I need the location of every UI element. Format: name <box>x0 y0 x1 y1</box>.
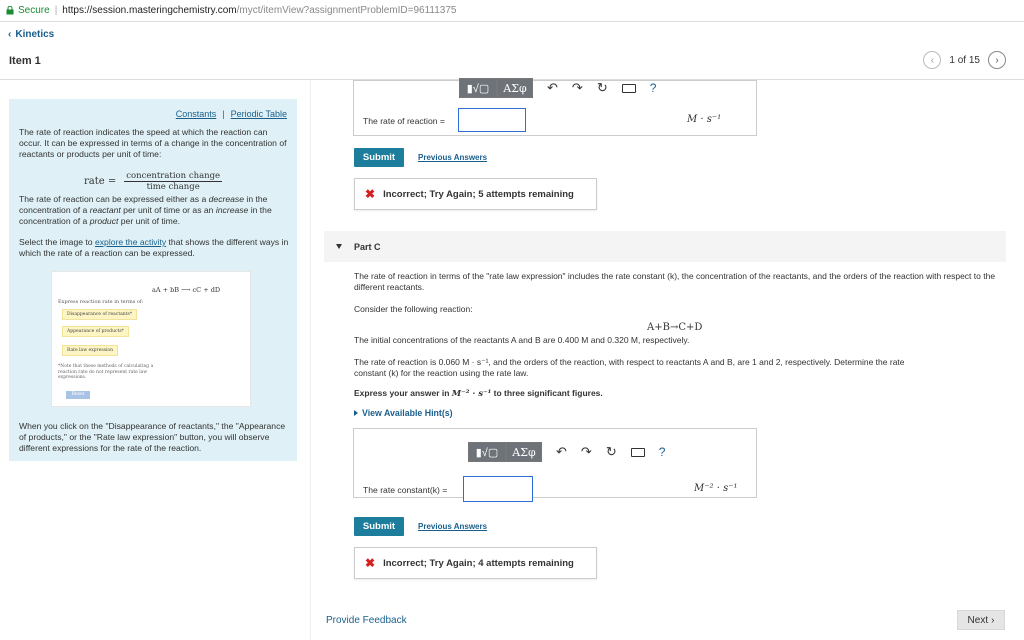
appearance-button: Appearance of products* <box>62 326 129 337</box>
constants-link[interactable]: Constants <box>176 109 217 119</box>
activity-explanation: When you click on the "Disappearance of … <box>19 421 286 453</box>
item-pager: ‹ 1 of 15 › <box>923 51 1006 69</box>
help-icon[interactable]: ? <box>650 81 657 95</box>
reset-icon[interactable]: ↻ <box>606 444 617 460</box>
help-icon[interactable]: ? <box>659 445 666 459</box>
rate-of-reaction-label: The rate of reaction = <box>363 116 445 126</box>
x-icon: ✖ <box>365 187 376 201</box>
part-c-feedback: ✖ Incorrect; Try Again; 4 attempts remai… <box>354 547 597 579</box>
disappearance-button: Disappearance of reactants* <box>62 309 138 320</box>
rate-law-button: Rate law expression <box>62 345 119 356</box>
keyboard-icon[interactable] <box>630 447 645 457</box>
toolbar-button-group: ▮√▢ ΑΣφ <box>468 442 542 462</box>
part-b-answer-box: ▮√▢ ΑΣφ ↶ ↷ ↻ ? The rate of reaction = M… <box>353 78 757 136</box>
collapse-triangle-icon <box>336 244 342 249</box>
address-separator: | <box>54 5 58 16</box>
rate-of-reaction-input[interactable] <box>458 108 526 132</box>
reference-links: Constants | Periodic Table <box>176 109 287 119</box>
address-bar[interactable]: Secure | https://session.masteringchemis… <box>0 0 1024 22</box>
view-hints-link[interactable]: View Available Hint(s) <box>354 408 453 418</box>
next-button[interactable]: Next › <box>957 610 1005 630</box>
explore-activity-link[interactable]: explore the activity <box>95 237 166 247</box>
link-separator: | <box>222 109 225 119</box>
part-c-title: Part C <box>354 241 381 252</box>
activity-reset: Reset <box>66 391 90 399</box>
expand-triangle-icon <box>354 410 358 416</box>
url-host: https://session.masteringchemistry.com <box>62 5 237 16</box>
rate-constant-input[interactable] <box>463 476 533 502</box>
next-item-button[interactable]: › <box>988 51 1006 69</box>
instruction-unit: M⁻² · s⁻¹ <box>451 389 492 399</box>
templates-button[interactable]: ▮√▢ <box>468 442 506 462</box>
provide-feedback-link[interactable]: Provide Feedback <box>326 615 407 626</box>
secure-label: Secure <box>18 5 50 16</box>
activity-note: *Note that these methods of calculating … <box>58 364 154 380</box>
reset-icon[interactable]: ↻ <box>597 80 608 96</box>
back-to-kinetics-link[interactable]: ‹ Kinetics <box>8 29 54 40</box>
hint-label: View Available Hint(s) <box>362 408 453 418</box>
activity-title: Express reaction rate in terms of: <box>58 299 144 305</box>
activity-equation: aA + bB ⟶ cC + dD <box>152 286 221 294</box>
part-c-header[interactable]: Part C <box>324 231 1006 262</box>
column-divider <box>310 80 311 640</box>
part-b-feedback: ✖ Incorrect; Try Again; 5 attempts remai… <box>354 178 597 210</box>
part-c-rate-info: The rate of reaction is 0.060 M · s⁻¹, a… <box>354 357 905 378</box>
rate-unit: M · s⁻¹ <box>687 114 722 125</box>
part-c-previous-answers-link[interactable]: Previous Answers <box>418 522 487 531</box>
undo-icon[interactable]: ↶ <box>556 444 567 460</box>
greek-symbols-button[interactable]: ΑΣφ <box>506 442 542 462</box>
reaction-equation: A+B→C+D <box>647 322 703 333</box>
periodic-table-link[interactable]: Periodic Table <box>231 109 287 119</box>
part-c-feedback-text: Incorrect; Try Again; 4 attempts remaini… <box>383 557 574 569</box>
back-link-label: Kinetics <box>15 29 55 40</box>
next-label: Next <box>967 614 989 626</box>
redo-icon[interactable]: ↷ <box>581 444 592 460</box>
part-c-consider: Consider the following reaction: <box>354 304 473 314</box>
templates-button[interactable]: ▮√▢ <box>459 78 497 98</box>
part-c-submit-button[interactable]: Submit <box>354 517 404 536</box>
rate-constant-unit: M⁻² · s⁻¹ <box>694 483 738 494</box>
chevron-left-icon: ‹ <box>8 29 12 40</box>
lock-icon <box>6 6 14 15</box>
formula-fraction: concentration change time change <box>124 171 223 192</box>
chevron-right-icon: › <box>995 54 999 66</box>
part-c-intro: The rate of reaction in terms of the "ra… <box>354 271 996 292</box>
toolbar-button-group: ▮√▢ ΑΣφ <box>459 78 533 98</box>
activity-thumbnail[interactable]: aA + bB ⟶ cC + dD Express reaction rate … <box>51 271 251 407</box>
part-b-math-toolbar: ▮√▢ ΑΣφ ↶ ↷ ↻ ? <box>459 78 656 98</box>
rate-constant-label: The rate constant(k) = <box>363 485 448 495</box>
chevron-left-icon: ‹ <box>930 54 935 66</box>
part-c-answer-box: ▮√▢ ΑΣφ ↶ ↷ ↻ ? The rate constant(k) = M… <box>353 428 757 502</box>
rate-formula: rate = concentration change time change <box>84 171 223 192</box>
previous-item-button[interactable]: ‹ <box>923 51 942 69</box>
x-icon: ✖ <box>365 556 376 570</box>
part-c-math-toolbar: ▮√▢ ΑΣφ ↶ ↷ ↻ ? <box>468 442 665 462</box>
intro-panel: Constants | Periodic Table The rate of r… <box>9 99 297 461</box>
url-path: /myct/itemView?assignmentProblemID=96111… <box>236 5 457 16</box>
activity-instructions: Select the image to explore the activity… <box>19 237 289 258</box>
part-b-feedback-text: Incorrect; Try Again; 5 attempts remaini… <box>383 188 574 200</box>
formula-lhs: rate = <box>84 176 117 187</box>
part-b-previous-answers-link[interactable]: Previous Answers <box>418 153 487 162</box>
formula-denominator: time change <box>146 182 200 192</box>
part-c-instructions: Express your answer in M⁻² · s⁻¹ to thre… <box>354 388 603 399</box>
part-c-concentrations: The initial concentrations of the reacta… <box>354 335 690 345</box>
greek-symbols-button[interactable]: ΑΣφ <box>497 78 533 98</box>
rate-expression-paragraph: The rate of reaction can be expressed ei… <box>19 194 272 226</box>
chevron-right-icon: › <box>991 614 995 626</box>
redo-icon[interactable]: ↷ <box>572 80 583 96</box>
keyboard-icon[interactable] <box>621 83 636 93</box>
pager-text: 1 of 15 <box>949 54 980 66</box>
undo-icon[interactable]: ↶ <box>547 80 558 96</box>
formula-numerator: concentration change <box>124 171 223 182</box>
intro-paragraph: The rate of reaction indicates the speed… <box>19 127 287 159</box>
item-title: Item 1 <box>9 55 41 67</box>
part-b-submit-button[interactable]: Submit <box>354 148 404 167</box>
